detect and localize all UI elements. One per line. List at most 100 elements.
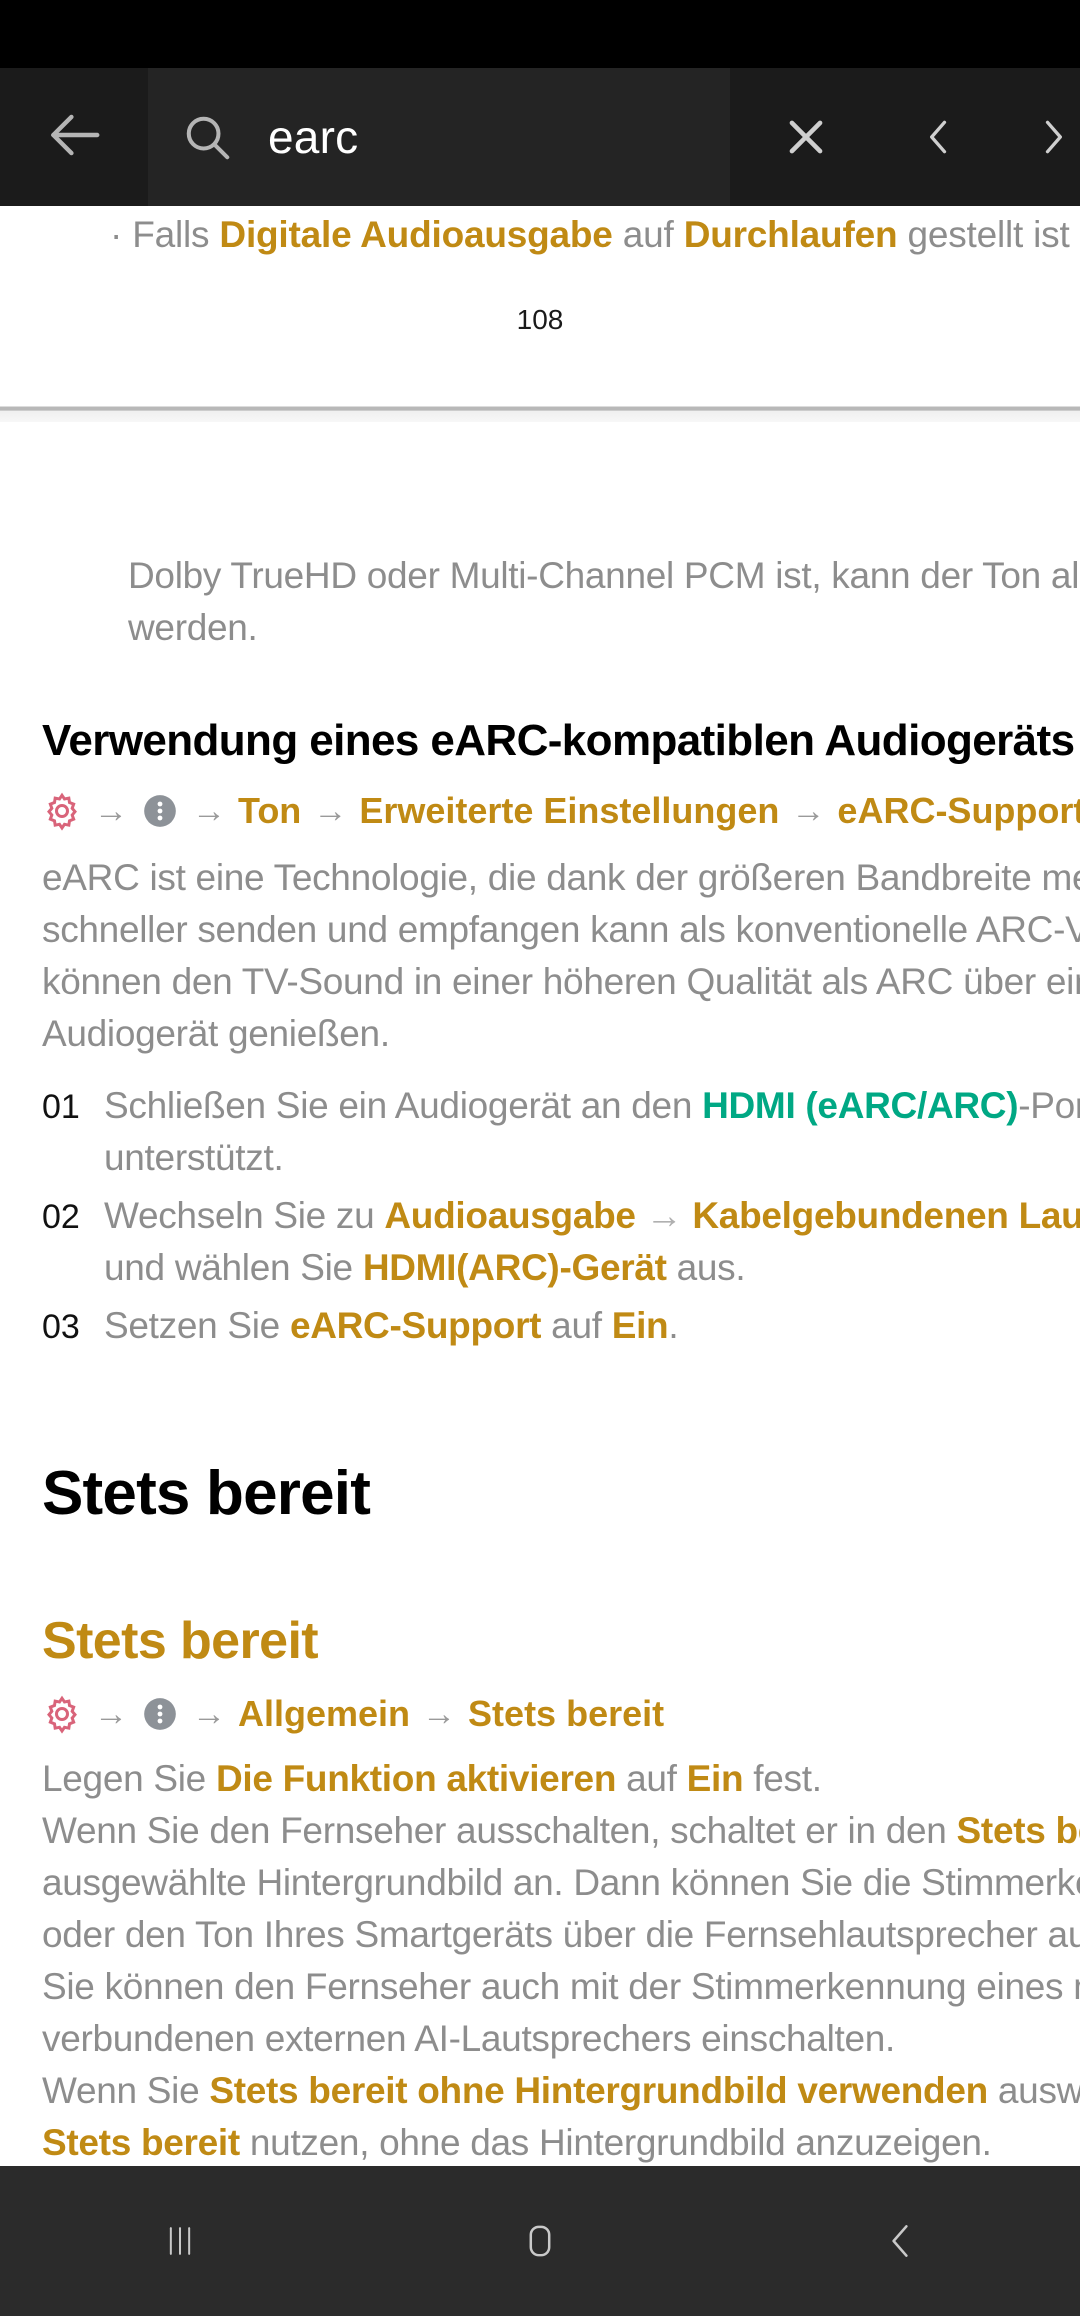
page-top-margin (0, 422, 1080, 550)
home-button[interactable] (360, 2166, 720, 2316)
step-number: 02 (42, 1198, 80, 1236)
search-icon (180, 110, 234, 164)
step-line-1: Setzen Sie eARC-Support auf Ein. (104, 1300, 679, 1352)
sb1d: Ein (686, 1758, 744, 1799)
step-line-2: und wählen Sie HDMI(ARC)-Gerät aus. (104, 1242, 1080, 1294)
sb8a: Stets bereit (42, 2122, 240, 2163)
more-options-icon (140, 791, 180, 831)
sb7c: auswählen (997, 2070, 1080, 2111)
s3c: auf (541, 1305, 612, 1346)
breadcrumb-arrow-3: → (313, 791, 348, 830)
sb-line-2: Wenn Sie den Fernseher ausschalten, scha… (42, 1805, 1080, 1857)
bullet-line: · Falls Digitale Audioausgabe auf Durchl… (110, 214, 1080, 256)
step-number: 03 (42, 1308, 80, 1346)
breadcrumb-arrow-2: → (192, 1694, 226, 1733)
sb-line-8: Stets bereit nutzen, ohne das Hintergrun… (42, 2117, 1080, 2166)
s2c: → (635, 1195, 693, 1236)
breadcrumb-item-stets-bereit[interactable]: Stets bereit (468, 1693, 664, 1735)
chapter-title-stets-bereit: Stets bereit (42, 1459, 371, 1528)
sb2a: Wenn Sie den Fernseher ausschalten, scha… (42, 1810, 957, 1851)
document-viewport[interactable]: · Falls Digitale Audioausgabe auf Durchl… (0, 206, 1080, 2166)
breadcrumb-item-allgemein[interactable]: Allgemein (238, 1693, 410, 1735)
sb7a: Wenn Sie (42, 2070, 210, 2111)
step-text: Schließen Sie ein Audiogerät an den HDMI… (104, 1080, 1080, 1184)
page-number: 108 (516, 304, 564, 335)
earc-line-1: eARC ist eine Technologie, die dank der … (42, 857, 1080, 898)
sb1a: Legen Sie (42, 1758, 216, 1799)
search-input[interactable]: earc (148, 68, 730, 206)
clear-search-button[interactable] (730, 68, 882, 206)
breadcrumb-item-ton[interactable]: Ton (238, 790, 301, 832)
home-icon (517, 2218, 563, 2264)
frag-text-2: Digitale Audioausgabe (219, 214, 613, 255)
frag-text-4: Durchlaufen (683, 214, 898, 255)
bullet-marker: · (110, 214, 123, 255)
breadcrumb-item-erweiterte-einstellungen[interactable]: Erweiterte Einstellungen (359, 790, 779, 832)
frag-text-5: gestellt ist und der H (907, 214, 1080, 255)
close-icon (780, 111, 832, 163)
back-button[interactable] (0, 68, 148, 206)
step-line-2: unterstützt. (104, 1132, 1080, 1184)
sb2b: Stets bereit (956, 1810, 1080, 1851)
s1b: HDMI (eARC/ARC) (702, 1085, 1019, 1126)
breadcrumb-item-earc-support[interactable]: eARC-Support (837, 790, 1080, 832)
status-bar (0, 0, 1080, 68)
settings-gear-icon (42, 791, 82, 831)
sb-line-6: verbundenen externen AI-Lautsprechers ei… (42, 2018, 896, 2059)
sb-line-4: oder den Ton Ihres Smartgeräts über die … (42, 1914, 1080, 1955)
recent-apps-button[interactable] (0, 2166, 360, 2316)
s3e: . (668, 1305, 679, 1346)
breadcrumb-earc: → → Ton → Erweiterte Einstellungen → eAR… (0, 790, 1080, 832)
page-separator (0, 396, 1080, 422)
step-number: 01 (42, 1088, 80, 1126)
breadcrumb-stets-bereit: → → Allgemein → Stets bereit (0, 1693, 1080, 1735)
sb1c: auf (616, 1758, 687, 1799)
carryover-line-1: Dolby TrueHD oder Multi-Channel PCM ist,… (128, 555, 1080, 596)
frag-text-1: Falls (132, 214, 220, 255)
s2d: Kabelgebundenen Lautsprec (692, 1195, 1080, 1236)
pdf-page-surface[interactable]: · Falls Digitale Audioausgabe auf Durchl… (0, 206, 1080, 2166)
s2b: Audioausgabe (384, 1195, 636, 1236)
sb-line-3: ausgewählte Hintergrundbild an. Dann kön… (42, 1862, 1080, 1903)
step-line-1: Schließen Sie ein Audiogerät an den HDMI… (104, 1080, 1080, 1132)
step-text: Wechseln Sie zu Audioausgabe → Kabelgebu… (104, 1190, 1080, 1294)
earc-line-2: schneller senden und empfangen kann als … (42, 909, 1080, 950)
breadcrumb-arrow-1: → (94, 791, 128, 830)
previous-page-fragment: · Falls Digitale Audioausgabe auf Durchl… (0, 206, 1080, 396)
previous-match-button[interactable] (882, 68, 996, 206)
chevron-right-icon (1031, 111, 1075, 163)
carryover-paragraph: Dolby TrueHD oder Multi-Channel PCM ist,… (0, 550, 1080, 654)
step-line-1: Wechseln Sie zu Audioausgabe → Kabelgebu… (104, 1190, 1080, 1242)
section-heading-earc: Verwendung eines eARC-kompatiblen Audiog… (42, 716, 1075, 765)
frag-text-3: auf (612, 214, 684, 255)
s2e: und wählen Sie (104, 1247, 363, 1288)
android-nav-bar (0, 2166, 1080, 2316)
list-item: 02 Wechseln Sie zu Audioausgabe → Kabelg… (42, 1190, 1080, 1294)
back-icon (878, 2217, 922, 2265)
step-text: Setzen Sie eARC-Support auf Ein. (104, 1300, 679, 1352)
recent-apps-icon (158, 2219, 202, 2263)
sb7b: Stets bereit ohne Hintergrundbild verwen… (209, 2070, 988, 2111)
earc-line-3: können den TV-Sound in einer höheren Qua… (42, 961, 1080, 1002)
page-content: Dolby TrueHD oder Multi-Channel PCM ist,… (0, 550, 1080, 2166)
s2f: HDMI(ARC)-Gerät (362, 1247, 667, 1288)
stets-bereit-description: Legen Sie Die Funktion aktivieren auf Ei… (0, 1753, 1080, 2166)
arrow-left-icon (43, 104, 105, 171)
sb1b: Die Funktion aktivieren (215, 1758, 617, 1799)
breadcrumb-arrow-4: → (791, 791, 826, 830)
carryover-line-2: werden. (128, 607, 258, 648)
sb-line-5: Sie können den Fernseher auch mit der St… (42, 1966, 1080, 2007)
sb-line-1: Legen Sie Die Funktion aktivieren auf Ei… (42, 1753, 1080, 1805)
back-button[interactable] (720, 2166, 1080, 2316)
next-match-button[interactable] (996, 68, 1080, 206)
list-item: 03 Setzen Sie eARC-Support auf Ein. (42, 1300, 1080, 1352)
breadcrumb-arrow-3: → (422, 1694, 457, 1733)
sb-line-7: Wenn Sie Stets bereit ohne Hintergrundbi… (42, 2065, 1080, 2117)
chevron-left-icon (917, 111, 961, 163)
phone-screen: earc · Falls Digitale Audioausgabe auf D… (0, 0, 1080, 2316)
search-query-text: earc (268, 114, 359, 160)
settings-gear-icon (42, 1694, 82, 1734)
breadcrumb-arrow-2: → (192, 791, 226, 830)
breadcrumb-arrow-1: → (94, 1694, 128, 1733)
sb8b: nutzen, ohne das Hintergrundbild anzuzei… (239, 2122, 992, 2163)
